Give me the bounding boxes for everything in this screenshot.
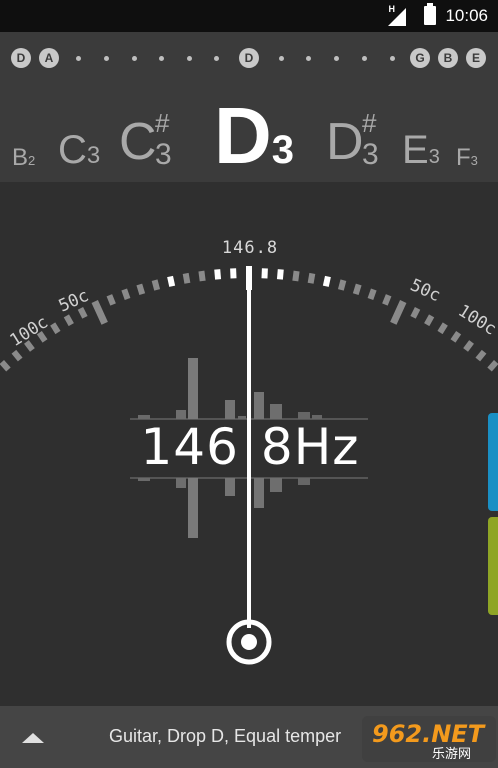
side-tab-blue[interactable] — [488, 413, 498, 511]
scale-tick — [198, 270, 206, 282]
watermark-brand: 962.NET — [372, 720, 486, 748]
scale-label-left-inner: 50c — [56, 286, 92, 317]
scale-tick — [450, 331, 462, 343]
position-dot — [159, 56, 164, 61]
scale-tick — [121, 288, 131, 300]
tuning-preset-label[interactable]: Guitar, Drop D, Equal temper — [109, 726, 369, 747]
scale-tick — [437, 322, 448, 335]
watermark-logo: 962.NET 乐游网 — [362, 716, 496, 762]
string-dot-1[interactable]: D — [11, 48, 31, 68]
scale-tick — [292, 270, 300, 282]
string-selector-row: D A D G B E — [0, 48, 498, 74]
scale-tick — [382, 294, 392, 306]
position-dot — [76, 56, 81, 61]
scale-tick — [0, 360, 11, 372]
note-e3: E3 — [402, 128, 440, 172]
scale-tick — [475, 349, 487, 362]
position-dot — [334, 56, 339, 61]
scale-tick — [11, 349, 23, 362]
scale-tick — [390, 300, 407, 325]
position-dot — [214, 56, 219, 61]
reference-frequency: 146.8 — [221, 238, 279, 258]
string-dot-6[interactable]: E — [466, 48, 486, 68]
battery-icon — [424, 3, 436, 25]
scale-tick — [106, 294, 116, 306]
scale-tick — [487, 360, 498, 372]
string-dot-3[interactable]: D — [239, 48, 259, 68]
scale-tick — [167, 275, 176, 287]
scale-tick — [463, 340, 474, 352]
note-c-sharp-3: C # 3 — [119, 108, 172, 171]
position-dot — [187, 56, 192, 61]
note-current-d3: D3 — [214, 91, 295, 180]
scale-tick — [91, 300, 108, 325]
signal-icon — [388, 8, 406, 26]
scale-tick — [307, 272, 316, 284]
string-dot-5[interactable]: B — [438, 48, 458, 68]
position-dot — [279, 56, 284, 61]
scale-tick — [337, 279, 347, 291]
status-bar: H 10:06 — [0, 0, 498, 32]
position-dot — [362, 56, 367, 61]
position-dot — [390, 56, 395, 61]
position-dot — [132, 56, 137, 61]
scale-tick — [367, 288, 377, 300]
note-d-sharp-3: D # 3 — [326, 108, 379, 171]
string-dot-4[interactable]: G — [410, 48, 430, 68]
scale-tick — [424, 314, 435, 327]
scale-tick — [182, 272, 191, 284]
scale-tick — [276, 269, 284, 280]
scale-tick — [322, 275, 331, 287]
scale-tick — [352, 283, 362, 295]
string-dot-2[interactable]: A — [39, 48, 59, 68]
frequency-readout: 146 8Hz — [100, 418, 400, 476]
scale-label-right-inner: 50c — [407, 275, 443, 306]
position-dot — [306, 56, 311, 61]
scale-tick — [214, 269, 222, 280]
watermark-sub: 乐游网 — [432, 747, 471, 762]
scale-tick — [77, 307, 88, 319]
note-f3: F3 — [456, 144, 478, 171]
frequency-fraction: 8Hz — [260, 418, 360, 476]
frequency-integer: 146 — [140, 418, 239, 476]
side-tab-green[interactable] — [488, 517, 498, 615]
note-b2: B2 — [12, 144, 36, 171]
position-dot — [104, 56, 109, 61]
scale-label-right-outer: 100c — [454, 301, 498, 340]
note-c3: C3 — [58, 128, 101, 172]
scale-tick — [50, 322, 61, 335]
scale-tick — [151, 279, 161, 291]
status-time: 10:06 — [445, 6, 488, 25]
scale-tick — [63, 314, 74, 327]
scale-tick — [410, 307, 421, 319]
note-strip: D A D G B E B2 C3 C # 3 D3 D # 3 E3 F3 — [0, 32, 498, 182]
scale-tick — [136, 283, 146, 295]
up-arrow-icon[interactable] — [22, 733, 44, 743]
